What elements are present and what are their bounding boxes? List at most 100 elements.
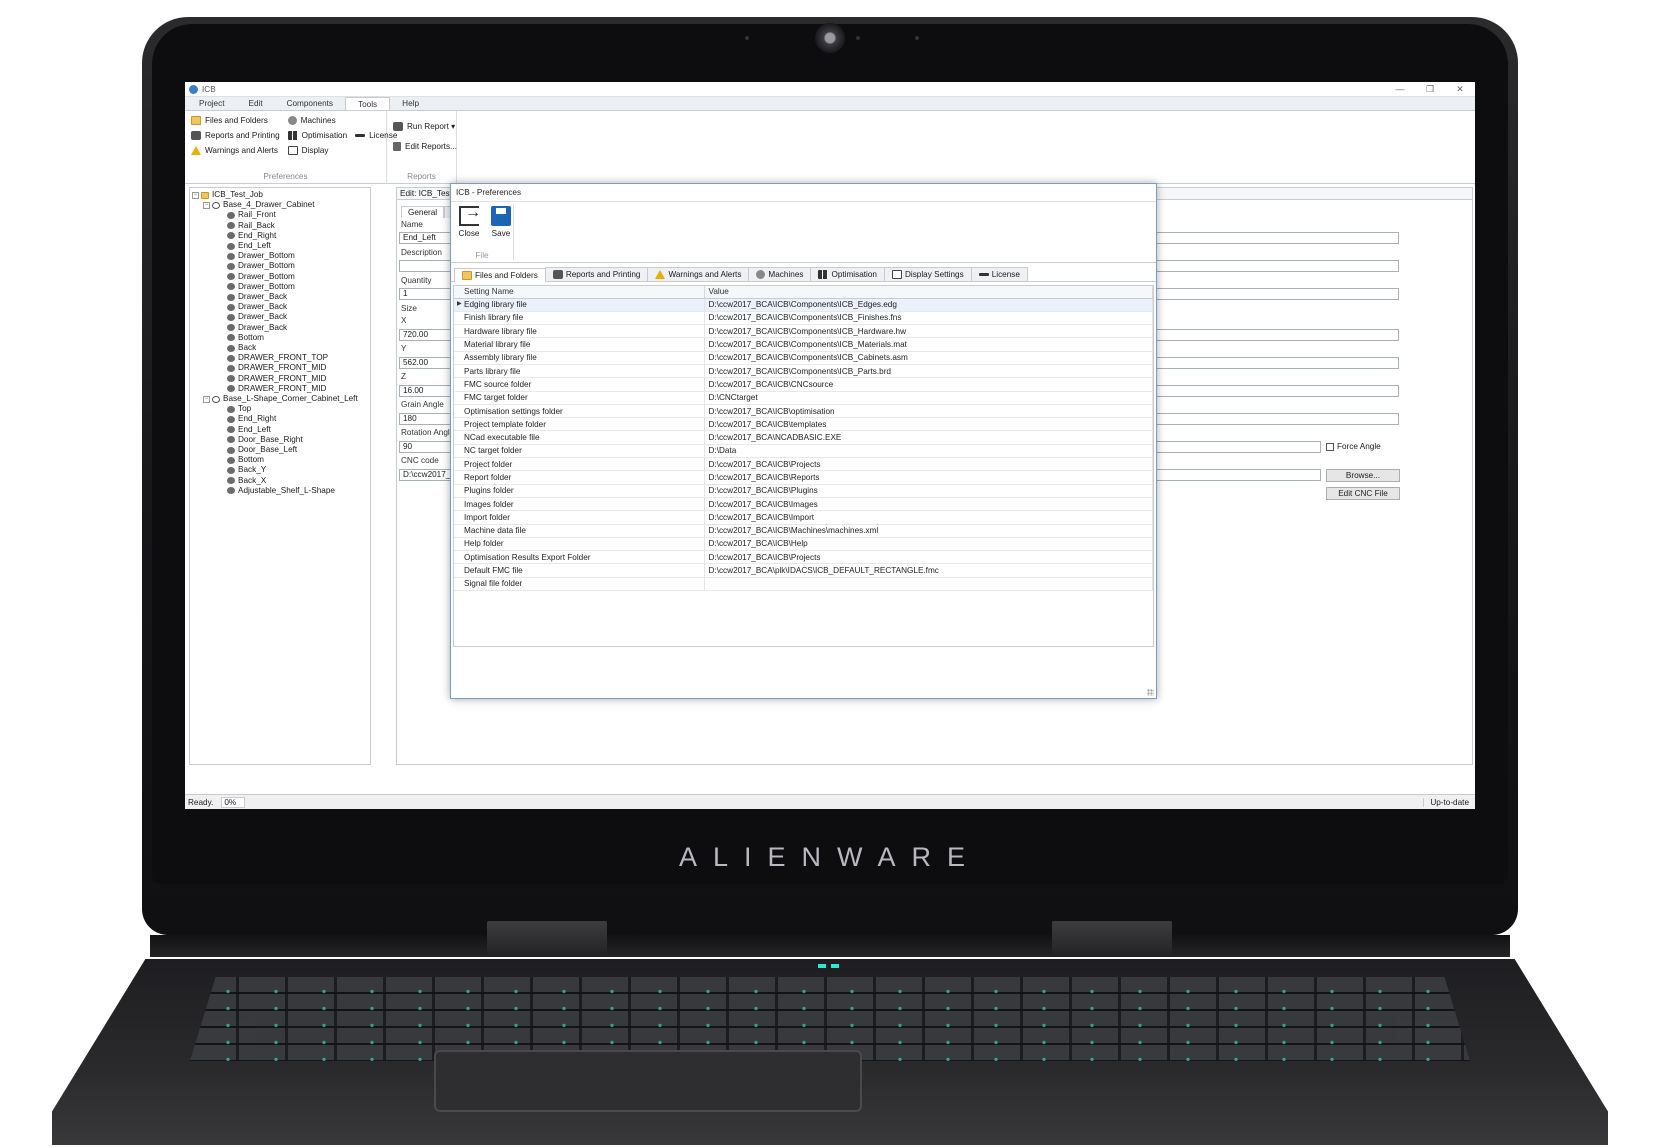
run-report-button[interactable]: Run Report ▾ xyxy=(393,121,457,132)
tree-item[interactable]: Back_X xyxy=(192,476,368,486)
setting-value-cell[interactable]: D:\ccw2017_BCA\ICB\Components\ICB_Hardwa… xyxy=(704,324,1153,339)
setting-name-cell[interactable]: Optimisation Results Export Folder xyxy=(454,550,705,565)
machines-button[interactable]: Machines xyxy=(287,115,348,126)
setting-value-cell[interactable]: D:\ccw2017_BCA\ICB\Components\ICB_Finish… xyxy=(704,311,1153,326)
tab-license[interactable]: License xyxy=(970,267,1028,281)
tree-item[interactable]: − Base_L-Shape_Corner_Cabinet_Left xyxy=(192,394,368,404)
tree-item[interactable]: − ICB_Test_Job xyxy=(192,190,368,200)
tree-item[interactable]: DRAWER_FRONT_MID xyxy=(192,374,368,384)
warnings-and-alerts-button[interactable]: Warnings and Alerts xyxy=(191,145,280,156)
column-header-value[interactable]: Value xyxy=(704,286,1153,299)
tree-item[interactable]: Back_Y xyxy=(192,465,368,475)
force-angle-checkbox[interactable]: Force Angle xyxy=(1326,442,1381,451)
table-row[interactable]: Help folder D:\ccw2017_BCA\ICB\Help xyxy=(454,537,1153,552)
tree-item[interactable]: End_Left xyxy=(192,425,368,435)
table-row[interactable]: FMC target folder D:\CNCtarget xyxy=(454,391,1153,405)
tab-warnings-and-alerts[interactable]: Warnings and Alerts xyxy=(647,267,750,281)
setting-name-cell[interactable]: Finish library file xyxy=(454,311,705,326)
edit-reports-button[interactable]: Edit Reports... xyxy=(393,141,457,152)
setting-name-cell[interactable]: NC target folder xyxy=(454,444,705,459)
setting-name-cell[interactable]: Plugins folder xyxy=(454,484,705,498)
tree-item[interactable]: Drawer_Bottom xyxy=(192,261,368,271)
tree-item[interactable]: End_Left xyxy=(192,241,368,251)
project-tree[interactable]: − ICB_Test_Job − Base_4_Drawer_Cabinet Rail_… xyxy=(189,187,371,765)
edit-cnc-file-button[interactable]: Edit CNC File xyxy=(1326,487,1400,500)
tab-edit[interactable]: Edit xyxy=(236,97,274,110)
setting-value-cell[interactable]: D:\ccw2017_BCA\ICB\Components\ICB_Edges.… xyxy=(704,298,1153,312)
setting-value-cell[interactable]: D:\ccw2017_BCA\ICB\templates xyxy=(704,417,1153,432)
setting-value-cell[interactable]: D:\ccw2017_BCA\ICB\CNCsource xyxy=(704,377,1153,392)
setting-name-cell[interactable]: NCad executable file xyxy=(454,430,705,445)
setting-name-cell[interactable]: Project template folder xyxy=(454,417,705,432)
setting-name-cell[interactable]: Images folder xyxy=(454,497,705,512)
setting-name-cell[interactable]: Parts library file xyxy=(454,364,705,379)
tree-item[interactable]: Back xyxy=(192,343,368,353)
setting-name-cell[interactable]: ▶ Edging library file xyxy=(454,298,705,312)
table-row[interactable]: Plugins folder D:\ccw2017_BCA\ICB\Plugins xyxy=(454,484,1153,498)
minimize-button[interactable]: — xyxy=(1385,84,1415,95)
tree-item[interactable]: Rail_Front xyxy=(192,210,368,220)
tab-reports-and-printing[interactable]: Reports and Printing xyxy=(544,267,649,281)
reports-and-printing-button[interactable]: Reports and Printing xyxy=(191,130,280,141)
table-row[interactable]: Finish library file D:\ccw2017_BCA\ICB\Co… xyxy=(454,311,1153,326)
tree-item[interactable]: Drawer_Back xyxy=(192,312,368,322)
setting-name-cell[interactable]: Machine data file xyxy=(454,524,705,538)
table-row[interactable]: Project folder D:\ccw2017_BCA\ICB\Project… xyxy=(454,457,1153,472)
tree-item[interactable]: DRAWER_FRONT_TOP xyxy=(192,353,368,363)
table-row[interactable]: Material library file D:\ccw2017_BCA\ICB\… xyxy=(454,337,1153,352)
tree-item[interactable]: Door_Base_Right xyxy=(192,435,368,445)
table-row[interactable]: Hardware library file D:\ccw2017_BCA\ICB\… xyxy=(454,324,1153,339)
setting-value-cell[interactable]: D:\ccw2017_BCA\ICB\Projects xyxy=(704,550,1153,565)
tab-optimisation[interactable]: Optimisation xyxy=(810,267,885,281)
setting-value-cell[interactable] xyxy=(704,577,1153,592)
setting-value-cell[interactable]: D:\ccw2017_BCA\ICB\Plugins xyxy=(704,484,1153,498)
setting-value-cell[interactable]: D:\ccw2017_BCA\ICB\Projects xyxy=(704,457,1153,472)
optimisation-button[interactable]: Optimisation xyxy=(287,130,347,141)
tree-item[interactable]: End_Right xyxy=(192,231,368,241)
browse-button[interactable]: Browse... xyxy=(1326,469,1400,482)
table-row[interactable]: Import folder D:\ccw2017_BCA\ICB\Import xyxy=(454,510,1153,525)
collapse-toggle[interactable]: − xyxy=(203,395,210,403)
setting-name-cell[interactable]: Optimisation settings folder xyxy=(454,404,705,419)
maximize-button[interactable]: ❐ xyxy=(1415,84,1445,95)
tab-machines[interactable]: Machines xyxy=(748,267,812,281)
table-row[interactable]: Optimisation Results Export Folder D:\ccw… xyxy=(454,550,1153,565)
setting-value-cell[interactable]: D:\ccw2017_BCA\ICB\Images xyxy=(704,497,1153,512)
tree-item[interactable]: Adjustable_Shelf_L-Shape xyxy=(192,486,368,496)
tab-project[interactable]: Project xyxy=(187,97,236,110)
setting-name-cell[interactable]: Help folder xyxy=(454,537,705,552)
table-row[interactable]: Signal file folder xyxy=(454,577,1153,592)
table-row[interactable]: Report folder D:\ccw2017_BCA\ICB\Reports xyxy=(454,470,1153,485)
table-row[interactable]: Images folder D:\ccw2017_BCA\ICB\Images xyxy=(454,497,1153,512)
table-row[interactable]: Assembly library file D:\ccw2017_BCA\ICB\… xyxy=(454,351,1153,365)
setting-value-cell[interactable]: D:\ccw2017_BCA\ICB\Import xyxy=(704,510,1153,525)
tree-item[interactable]: Door_Base_Left xyxy=(192,445,368,455)
table-row[interactable]: Machine data file D:\ccw2017_BCA\ICB\Mach… xyxy=(454,524,1153,538)
tab-tools[interactable]: Tools xyxy=(345,97,391,110)
tree-item[interactable]: Drawer_Back xyxy=(192,323,368,333)
tree-item[interactable]: Bottom xyxy=(192,333,368,343)
table-row[interactable]: Optimisation settings folder D:\ccw2017_B… xyxy=(454,404,1153,419)
table-row[interactable]: ▶ Edging library file D:\ccw2017_BCA\ICB\C… xyxy=(454,298,1153,312)
table-row[interactable]: FMC source folder D:\ccw2017_BCA\ICB\CNCs… xyxy=(454,377,1153,392)
setting-value-cell[interactable]: D:\Data xyxy=(704,444,1153,459)
setting-name-cell[interactable]: FMC source folder xyxy=(454,377,705,392)
tree-item[interactable]: Drawer_Bottom xyxy=(192,251,368,261)
setting-name-cell[interactable]: Signal file folder xyxy=(454,577,705,592)
tree-item[interactable]: Drawer_Bottom xyxy=(192,282,368,292)
tab-general[interactable]: General xyxy=(401,206,445,218)
setting-name-cell[interactable]: Import folder xyxy=(454,510,705,525)
table-row[interactable]: Parts library file D:\ccw2017_BCA\ICB\Com… xyxy=(454,364,1153,379)
files-and-folders-button[interactable]: Files and Folders xyxy=(191,115,280,126)
tab-display-settings[interactable]: Display Settings xyxy=(883,267,972,281)
tab-files-and-folders[interactable]: Files and Folders xyxy=(454,268,546,282)
tree-item[interactable]: Drawer_Back xyxy=(192,292,368,302)
tree-item[interactable]: DRAWER_FRONT_MID xyxy=(192,363,368,373)
tree-item[interactable]: − Base_4_Drawer_Cabinet xyxy=(192,200,368,210)
tree-item[interactable]: End_Right xyxy=(192,414,368,424)
setting-name-cell[interactable]: Hardware library file xyxy=(454,324,705,339)
table-row[interactable]: NCad executable file D:\ccw2017_BCA\NCADB… xyxy=(454,430,1153,445)
tab-help[interactable]: Help xyxy=(390,97,431,110)
display-button[interactable]: Display xyxy=(287,145,348,156)
close-window-button[interactable]: ✕ xyxy=(1445,84,1475,95)
